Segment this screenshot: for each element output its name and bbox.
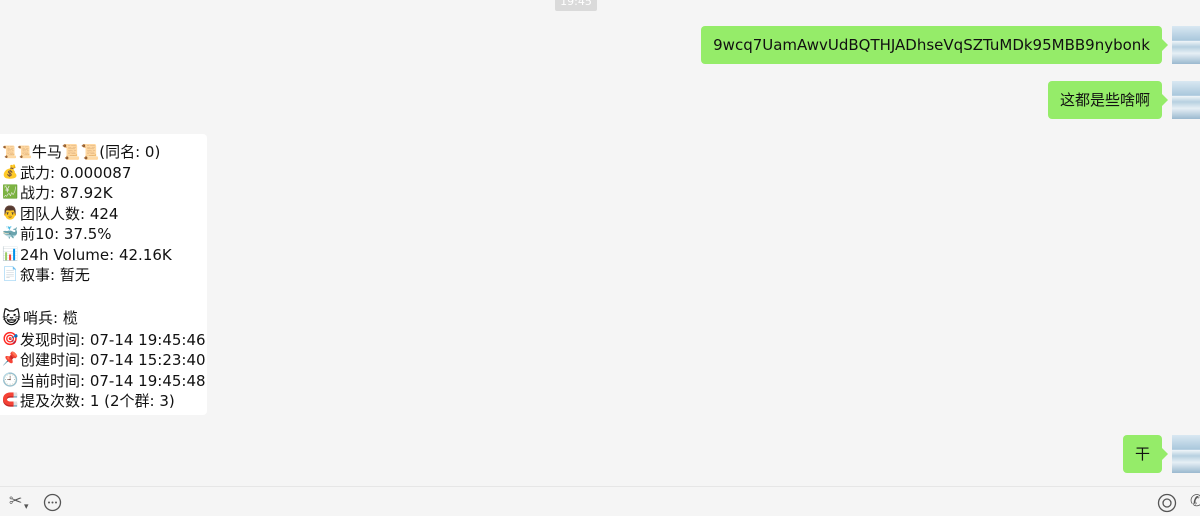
message-line: 📊 24h Volume: 42.16K — [2, 245, 172, 264]
message-line: 🐳 前10: 37.5% — [2, 225, 112, 243]
message-line: 🎯 发现时间: 07-14 19:45:46 — [2, 330, 206, 349]
chat-bubble-icon — [43, 493, 62, 512]
message-line: 🧲 提及次数: 1 (2个群: 3) — [2, 392, 175, 410]
outgoing-message-bubble[interactable]: 这都是些啥啊 — [1047, 81, 1169, 119]
scroll-icon: 📜📜 — [2, 145, 32, 159]
message-line: 😺 哨兵: 榄 — [2, 307, 78, 329]
bar-chart-icon: 📊 — [2, 246, 19, 262]
message-line: 💰 武力: 0.000087 — [2, 163, 132, 182]
incoming-message-bubble[interactable]: 📜📜 牛马📜📜(同名: 0) 💰 武力: 0.000087 💹 战力: 87.9… — [0, 134, 207, 415]
clock-icon: 🕘 — [2, 372, 19, 388]
message-line: 📌 创建时间: 07-14 15:23:40 — [2, 351, 206, 369]
phone-icon[interactable]: ✆ — [1190, 493, 1200, 509]
input-toolbar — [0, 486, 1200, 512]
message-line: 📄 叙事: 暂无 — [2, 266, 90, 284]
message-line: 💹 战力: 87.92K — [2, 184, 113, 202]
whale-icon: 🐳 — [2, 226, 19, 241]
magnet-icon: 🧲 — [2, 393, 19, 408]
chevron-down-icon[interactable]: ▾ — [24, 499, 29, 515]
target-icon: 🎯 — [2, 331, 19, 347]
outgoing-message-text: 9wcq7UamAwvUdBQTHJADhseVqSZTuMDk95MBB9ny… — [713, 36, 1150, 54]
page-icon: 📄 — [2, 267, 19, 282]
person-icon: 👨 — [2, 205, 19, 221]
pin-icon: 📌 — [2, 352, 19, 367]
self-avatar[interactable] — [1172, 81, 1200, 119]
outgoing-message-text: 这都是些啥啊 — [1059, 91, 1150, 109]
self-avatar[interactable] — [1172, 26, 1200, 64]
cat-icon: 😺 — [2, 307, 21, 329]
message-line: 👨 团队人数: 424 — [2, 204, 119, 223]
message-timestamp: 19:45 — [555, 0, 597, 11]
scissors-icon[interactable]: ✂ — [9, 493, 22, 509]
message-line: 🕘 当前时间: 07-14 19:45:48 — [2, 371, 206, 390]
record-icon[interactable] — [1157, 493, 1177, 516]
outgoing-message-bubble[interactable]: 干 — [1122, 435, 1169, 473]
outgoing-message-text: 干 — [1134, 445, 1150, 463]
money-bag-icon: 💰 — [2, 164, 19, 180]
self-avatar[interactable] — [1172, 435, 1200, 473]
record-circle-icon — [1157, 493, 1177, 513]
chat-history-icon[interactable] — [43, 493, 62, 515]
outgoing-message-bubble[interactable]: 9wcq7UamAwvUdBQTHJADhseVqSZTuMDk95MBB9ny… — [701, 26, 1168, 64]
message-line: 📜📜 牛马📜📜(同名: 0) — [2, 143, 161, 161]
chart-icon: 💹 — [2, 185, 19, 200]
